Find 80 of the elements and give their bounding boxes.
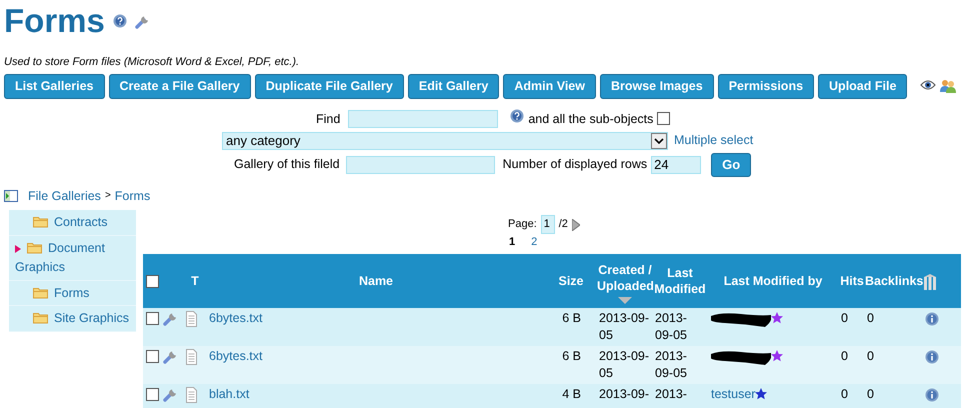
table-cell: 0: [865, 308, 923, 346]
table-cell: 0: [865, 384, 923, 408]
help-icon[interactable]: [510, 108, 524, 123]
file-name-link[interactable]: 6bytes.txt: [209, 311, 262, 326]
page-title: Forms: [4, 4, 105, 37]
row-checkbox[interactable]: [146, 312, 159, 326]
page-label: Page:: [508, 217, 537, 232]
file-icon: [185, 386, 197, 403]
column-header[interactable]: Backlinks: [865, 254, 923, 308]
column-header[interactable]: Last Modified: [653, 254, 707, 308]
info-icon[interactable]: [925, 312, 939, 326]
table-cell: 2013-09-05: [653, 308, 707, 346]
caret-icon[interactable]: [651, 132, 667, 149]
table-cell: 0: [839, 308, 865, 346]
column-header[interactable]: Name: [207, 254, 545, 308]
table-cell: 2013-09-05: [597, 346, 653, 384]
rows-label: Number of displayed rows: [502, 156, 648, 174]
file-icon: [185, 348, 197, 365]
back-icon[interactable]: [4, 190, 18, 202]
toolbar-button[interactable]: Admin View: [503, 74, 596, 98]
folder-icon: [33, 310, 48, 324]
column-header[interactable]: Size: [545, 254, 597, 308]
sub-objects-label: and all the sub-objects: [528, 110, 654, 128]
file-name-link[interactable]: 6bytes.txt: [209, 349, 262, 364]
toolbar-button[interactable]: Edit Gallery: [408, 74, 500, 98]
page-total: /2: [558, 217, 568, 232]
sidebar-item[interactable]: Forms: [9, 280, 136, 306]
table-cell: 0: [865, 346, 923, 384]
info-icon[interactable]: [925, 388, 939, 402]
page-field[interactable]: 1: [540, 215, 555, 234]
multiple-select-link[interactable]: Multiple select: [674, 131, 754, 150]
info-icon[interactable]: [925, 350, 939, 364]
breadcrumb-separator: >: [104, 189, 111, 204]
eye-icon[interactable]: [920, 79, 936, 91]
table-cell: 2013-09-05: [653, 346, 707, 384]
go-button[interactable]: Go: [711, 153, 752, 176]
find-label: Find: [316, 110, 340, 128]
page-link[interactable]: 2: [531, 234, 538, 250]
gallery-field[interactable]: [346, 156, 495, 174]
sidebar-item[interactable]: Document Graphics: [9, 236, 136, 280]
gallery-description: Used to store Form files (Microsoft Word & Excel, PDF, etc.).: [4, 55, 300, 70]
next-page-icon[interactable]: [572, 218, 580, 230]
toolbar-button[interactable]: List Galleries: [4, 74, 105, 98]
sidebar-item[interactable]: Site Graphics: [9, 306, 136, 332]
sub-objects-checkbox[interactable]: [657, 112, 670, 126]
breadcrumb-link[interactable]: Forms: [114, 186, 150, 206]
columns-icon[interactable]: [923, 274, 937, 290]
select-all-checkbox[interactable]: [146, 275, 159, 288]
expand-triangle-icon[interactable]: [15, 244, 21, 253]
toolbar-button[interactable]: Duplicate File Gallery: [254, 74, 404, 98]
gallery-label: Gallery of this fileld: [234, 156, 340, 174]
rows-field[interactable]: 24: [651, 156, 702, 174]
table-cell: 2013-: [653, 384, 707, 408]
file-icon: [185, 310, 197, 327]
column-header[interactable]: Created / Uploaded: [597, 254, 653, 308]
find-field[interactable]: [348, 110, 498, 128]
table-cell: 2013-09-05: [597, 308, 653, 346]
row-checkbox[interactable]: [146, 350, 159, 364]
table-cell: 4 B: [545, 384, 597, 408]
help-icon[interactable]: [112, 14, 127, 28]
table-cell: 6 B: [545, 308, 597, 346]
file-name-link[interactable]: blah.txt: [209, 387, 250, 402]
page-link[interactable]: 1: [509, 234, 516, 250]
toolbar-button[interactable]: Create a File Gallery: [108, 74, 251, 98]
table-cell: 6 B: [545, 346, 597, 384]
sidebar-item[interactable]: Contracts: [9, 210, 136, 236]
column-header[interactable]: T: [183, 254, 207, 308]
table-cell: 0: [839, 346, 865, 384]
folder-icon: [27, 240, 42, 254]
toolbar-button[interactable]: Browse Images: [600, 74, 714, 98]
column-header[interactable]: Last Modified by: [707, 254, 839, 308]
table-cell: 2013-09-: [597, 384, 653, 408]
toolbar-button[interactable]: Upload File: [818, 74, 908, 98]
toolbar-button[interactable]: Permissions: [718, 74, 814, 98]
row-checkbox[interactable]: [146, 388, 159, 402]
table-cell: 0: [839, 384, 865, 408]
column-header[interactable]: Hits: [839, 254, 865, 308]
category-select[interactable]: any category: [222, 132, 668, 150]
folder-icon: [33, 214, 48, 228]
breadcrumb-link[interactable]: File Galleries: [28, 186, 101, 206]
